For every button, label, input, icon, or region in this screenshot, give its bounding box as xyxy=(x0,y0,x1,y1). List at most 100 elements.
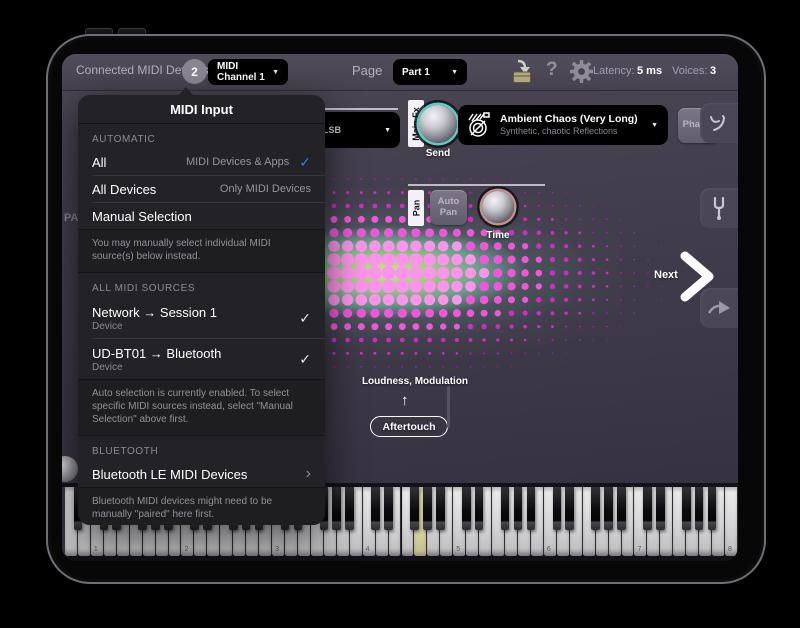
piano-key-white[interactable]: 8 xyxy=(725,487,738,556)
menu-item-all[interactable]: All MIDI Devices & Apps ✓ xyxy=(78,149,325,175)
voices-label: Voices: xyxy=(672,65,707,77)
piano-key-black[interactable] xyxy=(462,487,471,530)
time-knob-label: Time xyxy=(474,230,522,241)
menu-item-manual-selection[interactable]: Manual Selection xyxy=(78,203,325,229)
piano-key-black[interactable] xyxy=(410,487,419,530)
sources-help-text: Auto selection is currently enabled. To … xyxy=(78,379,325,436)
settings-gear-icon[interactable] xyxy=(568,58,595,85)
checkmark-icon: ✓ xyxy=(299,154,311,171)
menu-item-udbt01-bluetooth[interactable]: UD-BT01 → Bluetooth Device ✓ xyxy=(78,339,325,379)
latency-value: 5 ms xyxy=(637,65,662,77)
menu-item-label: Manual Selection xyxy=(92,209,192,224)
tablet-frame: LSB ▼ PA Connected MIDI Devices: 2 MIDI … xyxy=(46,34,766,584)
help-button[interactable]: ? xyxy=(546,59,558,81)
tuning-fork-icon xyxy=(708,195,730,221)
octave-label: 5 xyxy=(456,546,460,553)
hidden-left-knob xyxy=(62,456,78,482)
section-header-automatic: AUTOMATIC xyxy=(78,124,325,149)
octave-label: 3 xyxy=(275,546,279,553)
latency-label: Latency: xyxy=(593,65,635,77)
app-screen: LSB ▼ PA Connected MIDI Devices: 2 MIDI … xyxy=(62,54,738,561)
piano-key-black[interactable] xyxy=(501,487,510,530)
chaos-scribble-icon xyxy=(464,110,494,140)
chevron-down-icon: ▼ xyxy=(651,122,658,129)
piano-key-black[interactable] xyxy=(682,487,691,530)
midi-channel-value: MIDI Channel 1 xyxy=(217,61,266,83)
octave-label: 7 xyxy=(637,546,641,553)
piano-key-black[interactable] xyxy=(436,487,445,530)
piano-key-black[interactable] xyxy=(527,487,536,530)
send-knob[interactable] xyxy=(419,105,457,143)
octave-label: 6 xyxy=(547,546,551,553)
voices-value: 3 xyxy=(710,65,716,77)
import-preset-icon[interactable] xyxy=(511,59,534,85)
keyboard-bottom-strip xyxy=(62,556,738,561)
piano-key-black[interactable] xyxy=(514,487,523,530)
menu-item-detail: Only MIDI Devices xyxy=(220,183,311,195)
checkmark-icon: ✓ xyxy=(299,310,311,327)
octave-label: 8 xyxy=(728,546,732,553)
menu-item-label: Bluetooth LE MIDI Devices xyxy=(92,467,247,482)
piano-key-black[interactable] xyxy=(565,487,574,530)
logo-panel-tab[interactable] xyxy=(700,103,738,143)
piano-key-black[interactable] xyxy=(384,487,393,530)
midi-input-popup: MIDI Input AUTOMATIC All MIDI Devices & … xyxy=(78,95,325,525)
time-knob[interactable] xyxy=(482,191,514,223)
hidden-divider-line xyxy=(318,108,398,110)
tuning-panel-tab[interactable] xyxy=(700,188,738,228)
pan-divider-line xyxy=(408,184,545,186)
next-chevron-button[interactable] xyxy=(678,251,718,303)
piano-key-black[interactable] xyxy=(423,487,432,530)
bluetooth-help-text: Bluetooth MIDI devices might need to be … xyxy=(78,487,325,525)
page-value: Part 1 xyxy=(402,67,430,78)
piano-key-black[interactable] xyxy=(591,487,600,530)
octave-label: 2 xyxy=(184,546,188,553)
piano-key-black[interactable] xyxy=(656,487,665,530)
pan-section-tab: Pan xyxy=(408,190,424,226)
fx-preset-subtitle: Synthetic, chaotic Reflections xyxy=(500,126,638,137)
hidden-lsb-dropdown[interactable]: LSB ▼ xyxy=(314,112,400,148)
automatic-help-text: You may manually select individual MIDI … xyxy=(78,229,325,273)
piano-key-black[interactable] xyxy=(604,487,613,530)
piano-key-black[interactable] xyxy=(643,487,652,530)
piano-key-black[interactable] xyxy=(332,487,341,530)
hidden-lsb-label: LSB xyxy=(323,125,341,135)
menu-item-label: Network → Session 1 xyxy=(92,305,217,320)
fx-preset-dropdown[interactable]: Ambient Chaos (Very Long) Synthetic, cha… xyxy=(458,105,668,145)
auto-pan-button[interactable]: Auto Pan xyxy=(430,190,467,225)
section-header-all-midi-sources: ALL MIDI SOURCES xyxy=(78,273,325,298)
aftertouch-pill: Aftertouch xyxy=(370,416,448,437)
aftertouch-target-label: Loudness, Modulation xyxy=(350,376,480,387)
pan-label: Pan xyxy=(411,200,421,217)
aftertouch-slider[interactable] xyxy=(447,386,450,428)
menu-item-bluetooth-le-devices[interactable]: Bluetooth LE MIDI Devices › xyxy=(78,461,325,487)
next-label: Next xyxy=(654,269,678,281)
piano-key-black[interactable] xyxy=(345,487,354,530)
menu-item-label: All Devices xyxy=(92,182,156,197)
connected-midi-devices-badge[interactable]: 2 xyxy=(182,59,207,84)
piano-key-black[interactable] xyxy=(617,487,626,530)
menu-item-detail: MIDI Devices & Apps xyxy=(186,156,289,168)
arrow-up-icon: ↑ xyxy=(401,392,409,409)
menu-item-label: UD-BT01 → Bluetooth xyxy=(92,346,221,361)
piano-key-black[interactable] xyxy=(475,487,484,530)
chevron-down-icon: ▼ xyxy=(451,69,458,76)
menu-item-all-devices[interactable]: All Devices Only MIDI Devices xyxy=(78,176,325,202)
piano-key-black[interactable] xyxy=(371,487,380,530)
page-label: Page xyxy=(352,63,382,78)
checkmark-icon: ✓ xyxy=(299,351,311,368)
menu-item-label: All xyxy=(92,155,106,170)
chevron-right-icon: › xyxy=(306,469,311,479)
octave-label: 1 xyxy=(94,546,98,553)
piano-key-black[interactable] xyxy=(708,487,717,530)
menu-item-sublabel: Device xyxy=(92,362,221,373)
popup-title: MIDI Input xyxy=(78,95,325,124)
page-dropdown[interactable]: Part 1 ▼ xyxy=(393,59,467,85)
send-knob-label: Send xyxy=(414,148,462,159)
piano-key-black[interactable] xyxy=(695,487,704,530)
menu-item-network-session[interactable]: Network → Session 1 Device ✓ xyxy=(78,298,325,338)
piano-key-black[interactable] xyxy=(553,487,562,530)
chevron-down-icon: ▼ xyxy=(384,127,391,134)
midi-channel-dropdown[interactable]: MIDI Channel 1 ▼ xyxy=(208,59,288,85)
octave-label: 4 xyxy=(366,546,370,553)
